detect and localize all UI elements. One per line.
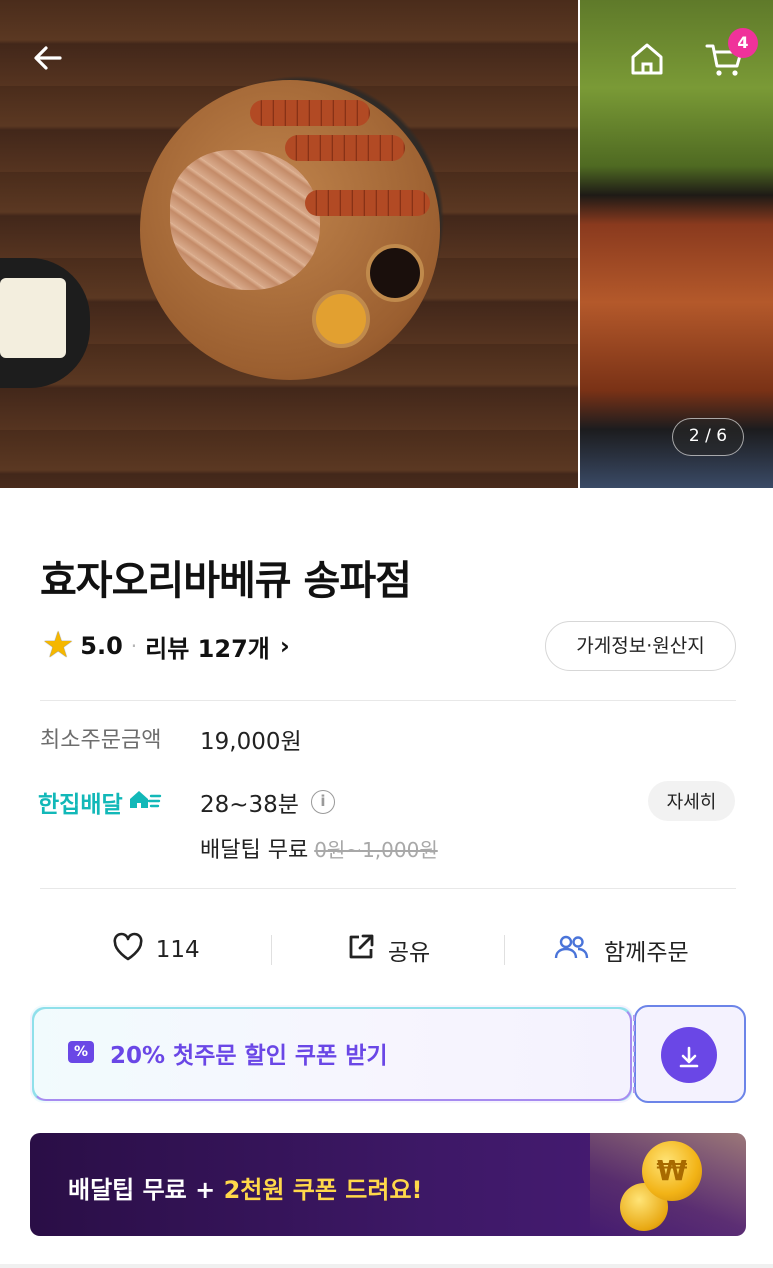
delivery-brand-label: 한집배달 (38, 792, 123, 818)
share-label: 공유 (387, 940, 431, 966)
divider (40, 888, 736, 889)
radish (0, 278, 66, 358)
banner-text-highlight: 2천원 쿠폰 드려요! (223, 1176, 423, 1204)
rating-value: 5.0 (80, 632, 123, 660)
store-info-button[interactable]: 가게정보·원산지 (545, 621, 736, 671)
review-count: 리뷰 127개 (145, 634, 270, 663)
food-photo-main (0, 0, 578, 488)
sausage (305, 190, 430, 216)
min-order-value: 19,000원 (200, 729, 302, 755)
delivery-tip-label: 배달팁 무료 (200, 838, 309, 863)
star-icon: ★ (42, 625, 75, 666)
coupon-icon: % (68, 1041, 94, 1063)
image-page-indicator: 2 / 6 (672, 418, 744, 456)
sausage (250, 100, 370, 126)
first-order-coupon[interactable]: % 20% 첫주문 할인 쿠폰 받기 (30, 1005, 746, 1103)
users-icon (552, 932, 592, 968)
share-button[interactable]: 공유 (272, 932, 503, 968)
info-icon[interactable]: i (310, 790, 335, 814)
banner-text: 배달팁 무료 + 2천원 쿠폰 드려요! (68, 1170, 423, 1205)
group-order-button[interactable]: 함께주문 (505, 932, 736, 968)
heart-icon (112, 932, 144, 968)
store-name: 효자오리바베큐 송파점 (40, 558, 412, 604)
like-button[interactable]: 114 (40, 932, 271, 968)
coupon-text: 20% 첫주문 할인 쿠폰 받기 (110, 1043, 388, 1069)
soy-sauce (366, 244, 424, 302)
delivery-tip-row: 배달팁 무료 0원~1,000원 (200, 832, 438, 864)
cart-count-badge: 4 (728, 28, 758, 58)
divider (40, 700, 736, 701)
delivery-brand: 한집배달 (38, 785, 163, 819)
hero-image-carousel[interactable]: 4 2 / 6 (0, 0, 773, 488)
promo-banner[interactable]: ₩ 배달팁 무료 + 2천원 쿠폰 드려요! (30, 1133, 746, 1236)
action-row: 114 공유 함께주문 (40, 920, 736, 980)
dot-separator: · (130, 634, 138, 658)
min-order-label: 최소주문금액 (40, 728, 162, 753)
house-icon (127, 787, 163, 817)
coupon-perforation (633, 1015, 635, 1093)
delivery-tip-original: 0원~1,000원 (314, 837, 438, 862)
share-icon (346, 932, 376, 968)
coin-icon: ₩ (642, 1141, 702, 1201)
mustard-sauce (312, 290, 370, 348)
rating-row: ★ 5.0 · 리뷰 127개 › (42, 624, 290, 668)
back-icon[interactable] (30, 40, 66, 83)
chevron-right-icon: › (279, 632, 290, 660)
delivery-time: 28~38분 (200, 792, 299, 818)
home-icon[interactable] (628, 40, 666, 85)
banner-text-main: 배달팁 무료 + (68, 1176, 224, 1204)
sausage (285, 135, 405, 161)
detail-button[interactable]: 자세히 (648, 781, 735, 821)
like-count: 114 (155, 937, 200, 963)
sliced-duck (170, 150, 320, 290)
food-photo-next (580, 0, 773, 488)
group-order-label: 함께주문 (604, 940, 689, 966)
delivery-time-row: 28~38분 i (200, 785, 335, 819)
review-link[interactable]: 리뷰 127개 › (145, 629, 290, 664)
download-icon[interactable] (661, 1027, 717, 1083)
bottom-divider (0, 1264, 773, 1268)
